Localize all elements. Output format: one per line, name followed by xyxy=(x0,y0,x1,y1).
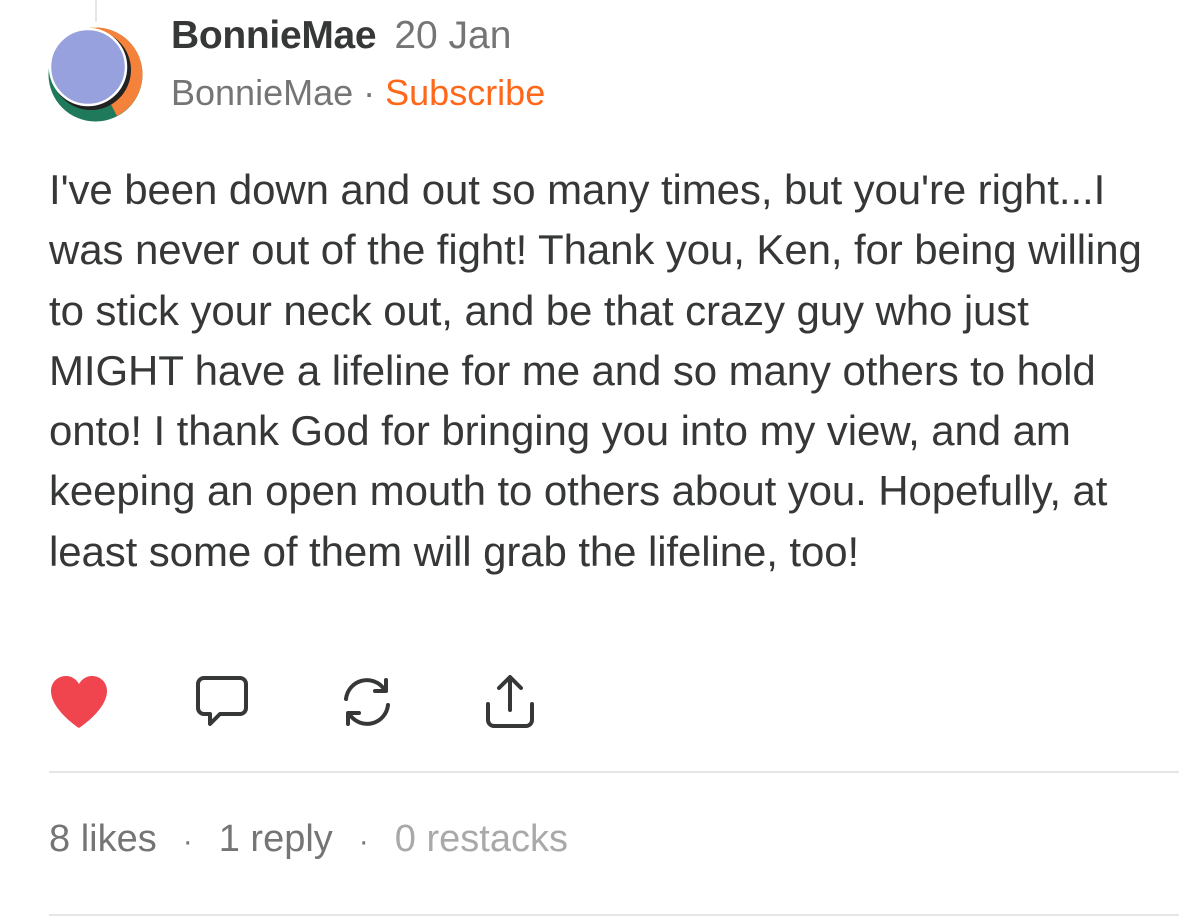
post-date[interactable]: 20 Jan xyxy=(394,14,511,58)
comment-stats: 8 likes · 1 reply · 0 restacks xyxy=(49,818,568,861)
like-button[interactable] xyxy=(49,672,109,732)
subscribe-link[interactable]: Subscribe xyxy=(385,72,545,114)
comment-header: BonnieMae 20 Jan BonnieMae · Subscribe xyxy=(171,14,545,114)
author-handle[interactable]: BonnieMae xyxy=(171,72,353,114)
stats-separator: · xyxy=(182,825,193,858)
replies-count[interactable]: 1 reply xyxy=(219,818,333,861)
avatar[interactable] xyxy=(47,26,144,123)
divider xyxy=(49,914,1179,916)
comment-body: I've been down and out so many times, bu… xyxy=(49,166,1142,575)
restack-button[interactable] xyxy=(337,672,397,732)
divider xyxy=(49,771,1179,773)
share-button[interactable] xyxy=(480,672,540,732)
thread-line xyxy=(95,0,97,22)
reply-button[interactable] xyxy=(192,672,252,732)
avatar-image xyxy=(48,27,143,122)
separator-dot: · xyxy=(363,72,376,113)
heart-icon xyxy=(51,676,107,728)
author-name[interactable]: BonnieMae xyxy=(171,14,377,58)
stats-separator: · xyxy=(358,825,369,858)
likes-count[interactable]: 8 likes xyxy=(49,818,157,861)
comment-icon xyxy=(196,676,248,726)
share-icon xyxy=(486,675,534,728)
restacks-count[interactable]: 0 restacks xyxy=(395,818,568,861)
restack-icon xyxy=(344,678,390,726)
